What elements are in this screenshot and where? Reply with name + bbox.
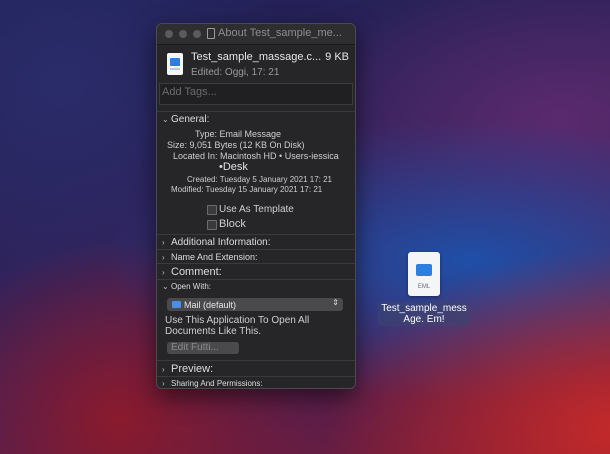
mail-icon [172, 301, 181, 308]
open-with-select[interactable]: Mail (default) ⇕ [167, 298, 343, 311]
open-with-header[interactable]: ⌄ Open With: [157, 280, 355, 292]
block-label: Block [219, 218, 246, 230]
chevron-right-icon: › [162, 379, 165, 388]
modified-info: Modified: Tuesday 15 January 2021 17: 21 [171, 185, 323, 194]
sharing-permissions-section[interactable]: › Sharing And Permissions: [157, 376, 355, 388]
zoom-button[interactable] [193, 30, 201, 38]
block-checkbox[interactable] [207, 220, 217, 230]
get-info-window: About Test_sample_me... Test_sample_mass… [156, 23, 356, 389]
created-info: Created: Tuesday 5 January 2021 17: 21 [187, 175, 332, 184]
window-title: About Test_sample_me... [207, 27, 342, 39]
desktop-file-label-line2: Age. Em! [403, 314, 445, 325]
envelope-icon [170, 58, 180, 66]
name-extension-section[interactable]: › Name And Extension: [157, 249, 355, 263]
file-name: Test_sample_massage.c... [191, 51, 322, 63]
general-section: ⌄ General: Type: Email Message Size: 9,0… [157, 111, 355, 234]
general-header[interactable]: ⌄ General: [157, 112, 355, 126]
desktop-eml-file[interactable]: EML Test_sample_mess Age. Em! [376, 252, 472, 327]
file-header: Test_sample_massage.c... 9 KB Edited: Og… [157, 45, 355, 83]
open-with-description: Use This Application To Open All Documen… [165, 315, 310, 337]
close-button[interactable] [165, 30, 173, 38]
open-with-section: ⌄ Open With: Mail (default) ⇕ Use This A… [157, 279, 355, 360]
desktop-file-label-line1: Test_sample_mess [381, 303, 467, 314]
tags-field[interactable]: Add Tags... [159, 83, 353, 105]
chevron-right-icon: › [162, 252, 165, 262]
additional-info-section[interactable]: › Additional Information: [157, 234, 355, 249]
additional-info-label: Additional Information: [171, 237, 271, 248]
document-icon [207, 27, 215, 39]
file-extension: EML [417, 284, 431, 290]
file-edited: Edited: Oggi, 17: 21 [191, 67, 280, 78]
file-icon-line [170, 68, 180, 70]
comment-section[interactable]: › Comment: [157, 263, 355, 279]
use-as-template-checkbox[interactable] [207, 205, 217, 215]
change-all-button[interactable]: Edit Futti... [167, 342, 239, 354]
desktop-file-label[interactable]: Test_sample_mess Age. Em! [378, 302, 470, 326]
open-with-label: Open With: [171, 282, 212, 291]
title-bar[interactable]: About Test_sample_me... [157, 24, 355, 45]
sharing-label: Sharing And Permissions: [171, 379, 263, 388]
selected-app: Mail (default) [184, 299, 237, 310]
size-info: Size: 9,051 Bytes (12 KB On Disk) [167, 140, 305, 150]
chevron-right-icon: › [162, 267, 165, 277]
chevron-down-icon: ⌄ [162, 115, 169, 124]
email-file-icon [167, 53, 183, 75]
type-info: Type: Email Message [195, 129, 282, 139]
chevron-right-icon: › [162, 238, 165, 247]
select-arrows-icon: ⇕ [332, 298, 339, 307]
file-size: 9 KB [325, 51, 349, 63]
comment-label: Comment: [171, 266, 222, 278]
location-info-cont: •Desk [219, 161, 248, 173]
eml-file-icon[interactable]: EML [408, 252, 440, 296]
envelope-icon [416, 264, 432, 276]
location-info: Located In: Macintosh HD • Users-iessica [173, 151, 339, 161]
chevron-down-icon: ⌄ [162, 282, 169, 291]
minimize-button[interactable] [179, 30, 187, 38]
use-as-template-label: Use As Template [219, 204, 294, 215]
general-header-label: General: [171, 114, 210, 125]
name-extension-label: Name And Extension: [171, 252, 258, 262]
window-title-text: About Test_sample_me... [218, 27, 342, 39]
preview-label: Preview: [171, 363, 214, 375]
preview-section[interactable]: › Preview: [157, 360, 355, 376]
chevron-right-icon: › [162, 364, 165, 374]
